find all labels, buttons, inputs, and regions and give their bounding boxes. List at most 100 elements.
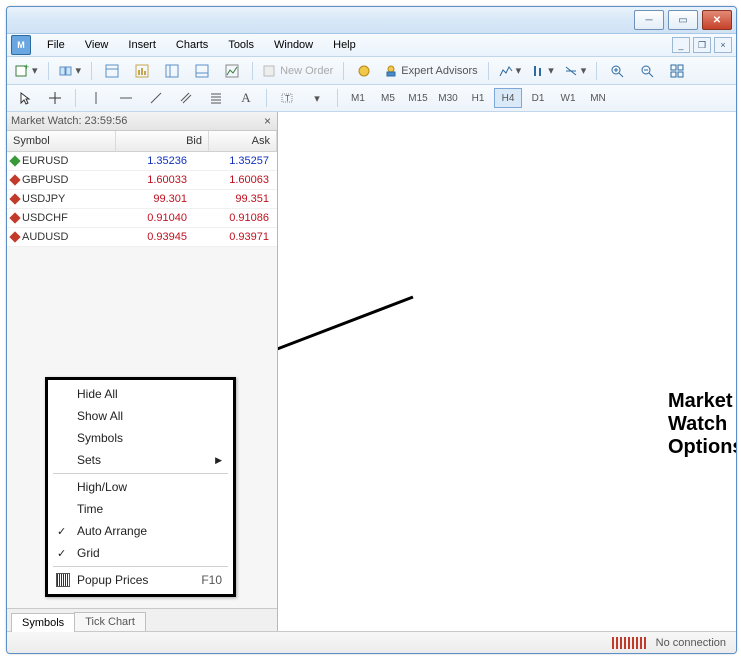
timeframe-m15[interactable]: M15 — [404, 88, 432, 108]
column-bid[interactable]: Bid — [116, 131, 209, 151]
timeframe-m30[interactable]: M30 — [434, 88, 462, 108]
ctx-popup-prices[interactable]: Popup PricesF10 — [49, 569, 232, 591]
mdi-restore-button[interactable]: ❐ — [693, 37, 711, 53]
toolbar-main: +▾ ▾ New Order Expert Advisors ▾ ▾ ▾ — [7, 57, 736, 85]
ctx-grid[interactable]: ✓Grid — [49, 542, 232, 564]
crosshair-tool[interactable] — [41, 87, 69, 109]
fibonacci-tool[interactable] — [202, 87, 230, 109]
market-watch-row[interactable]: AUDUSD0.939450.93971 — [7, 228, 277, 247]
submenu-arrow-icon: ▶ — [215, 455, 222, 466]
new-chart-button[interactable]: +▾ — [11, 60, 42, 82]
market-watch-toggle[interactable] — [98, 60, 126, 82]
annotation-label: Market Watch Options — [668, 390, 737, 459]
ctx-hide-all[interactable]: Hide All — [49, 383, 232, 405]
trendline-tool[interactable] — [142, 87, 170, 109]
ask-value: 1.60063 — [193, 174, 277, 186]
periodicity-button[interactable]: ▾ — [527, 60, 558, 82]
timeframe-h4[interactable]: H4 — [494, 88, 522, 108]
direction-icon — [9, 193, 20, 204]
annotation-line — [278, 112, 737, 612]
minimize-button[interactable]: ─ — [634, 10, 664, 30]
timeframe-mn[interactable]: MN — [584, 88, 612, 108]
terminal-toggle[interactable] — [188, 60, 216, 82]
check-icon: ✓ — [57, 525, 66, 538]
timeframe-m5[interactable]: M5 — [374, 88, 402, 108]
column-symbol[interactable]: Symbol — [7, 131, 116, 151]
menu-charts[interactable]: Charts — [166, 36, 218, 54]
column-ask[interactable]: Ask — [209, 131, 277, 151]
timeframe-w1[interactable]: W1 — [554, 88, 582, 108]
market-watch-row[interactable]: EURUSD1.352361.35257 — [7, 152, 277, 171]
navigator-toggle[interactable] — [158, 60, 186, 82]
direction-icon — [9, 212, 20, 223]
zoom-in-button[interactable] — [603, 60, 631, 82]
menu-insert[interactable]: Insert — [118, 36, 166, 54]
cursor-tool[interactable] — [11, 87, 39, 109]
data-window-toggle[interactable] — [128, 60, 156, 82]
chart-area[interactable]: Market Watch Options — [278, 112, 736, 631]
mdi-minimize-button[interactable]: _ — [672, 37, 690, 53]
direction-icon — [9, 231, 20, 242]
timeframe-d1[interactable]: D1 — [524, 88, 552, 108]
vertical-line-tool[interactable] — [82, 87, 110, 109]
expert-advisors-button[interactable]: Expert Advisors — [380, 60, 481, 82]
menu-tools[interactable]: Tools — [218, 36, 264, 54]
market-watch-rows: EURUSD1.352361.35257GBPUSD1.600331.60063… — [7, 152, 277, 247]
market-watch-close-icon[interactable]: × — [262, 114, 273, 128]
maximize-button[interactable]: ▭ — [668, 10, 698, 30]
close-button[interactable]: ✕ — [702, 10, 732, 30]
bid-value: 1.60033 — [107, 174, 193, 186]
timeframe-m1[interactable]: M1 — [344, 88, 372, 108]
text-label-tool[interactable]: T — [273, 87, 301, 109]
bid-value: 0.91040 — [107, 212, 193, 224]
ctx-auto-arrange[interactable]: ✓Auto Arrange — [49, 520, 232, 542]
window-titlebar: ─ ▭ ✕ — [7, 7, 736, 34]
channel-tool[interactable] — [172, 87, 200, 109]
market-watch-panel: Market Watch: 23:59:56 × Symbol Bid Ask … — [7, 112, 278, 631]
market-watch-title-text: Market Watch: 23:59:56 — [11, 115, 127, 127]
market-watch-row[interactable]: USDJPY99.30199.351 — [7, 190, 277, 209]
menu-window[interactable]: Window — [264, 36, 323, 54]
zoom-out-button[interactable] — [633, 60, 661, 82]
bid-value: 1.35236 — [107, 155, 193, 167]
tile-windows-button[interactable] — [663, 60, 691, 82]
timeframe-h1[interactable]: H1 — [464, 88, 492, 108]
symbol-name: GBPUSD — [22, 174, 68, 186]
strategy-tester-toggle[interactable] — [218, 60, 246, 82]
market-watch-header: Symbol Bid Ask — [7, 131, 277, 152]
metaquotes-button[interactable] — [350, 60, 378, 82]
tab-symbols[interactable]: Symbols — [11, 613, 75, 632]
new-order-button[interactable]: New Order — [259, 60, 337, 82]
status-bar: No connection — [7, 631, 736, 653]
market-watch-row[interactable]: USDCHF0.910400.91086 — [7, 209, 277, 228]
symbol-name: EURUSD — [22, 155, 68, 167]
profiles-button[interactable]: ▾ — [55, 60, 86, 82]
menu-bar: M File View Insert Charts Tools Window H… — [7, 34, 736, 57]
market-watch-tabs: Symbols Tick Chart — [7, 608, 277, 631]
app-icon: M — [11, 35, 31, 55]
symbol-name: USDCHF — [22, 212, 68, 224]
indicators-button[interactable]: ▾ — [495, 60, 526, 82]
templates-button[interactable]: ▾ — [560, 60, 591, 82]
connection-bars-icon — [612, 637, 646, 649]
menu-view[interactable]: View — [75, 36, 119, 54]
symbol-name: AUDUSD — [22, 231, 68, 243]
text-tool[interactable]: A — [232, 87, 260, 109]
menu-file[interactable]: File — [37, 36, 75, 54]
arrows-tool[interactable]: ▾ — [303, 87, 331, 109]
toolbar-drawing: A T ▾ M1 M5 M15 M30 H1 H4 D1 W1 MN — [7, 85, 736, 112]
ctx-time[interactable]: Time — [49, 498, 232, 520]
svg-text:+: + — [24, 64, 29, 72]
menu-help[interactable]: Help — [323, 36, 366, 54]
ctx-high-low[interactable]: High/Low — [49, 476, 232, 498]
market-watch-title: Market Watch: 23:59:56 × — [7, 112, 277, 131]
ctx-show-all[interactable]: Show All — [49, 405, 232, 427]
popup-icon — [56, 573, 70, 587]
mdi-close-button[interactable]: × — [714, 37, 732, 53]
horizontal-line-tool[interactable] — [112, 87, 140, 109]
ctx-symbols[interactable]: Symbols — [49, 427, 232, 449]
direction-icon — [9, 155, 20, 166]
tab-tick-chart[interactable]: Tick Chart — [74, 612, 146, 631]
market-watch-row[interactable]: GBPUSD 1.600331.60063 — [7, 171, 277, 190]
ctx-sets[interactable]: Sets▶ — [49, 449, 232, 471]
